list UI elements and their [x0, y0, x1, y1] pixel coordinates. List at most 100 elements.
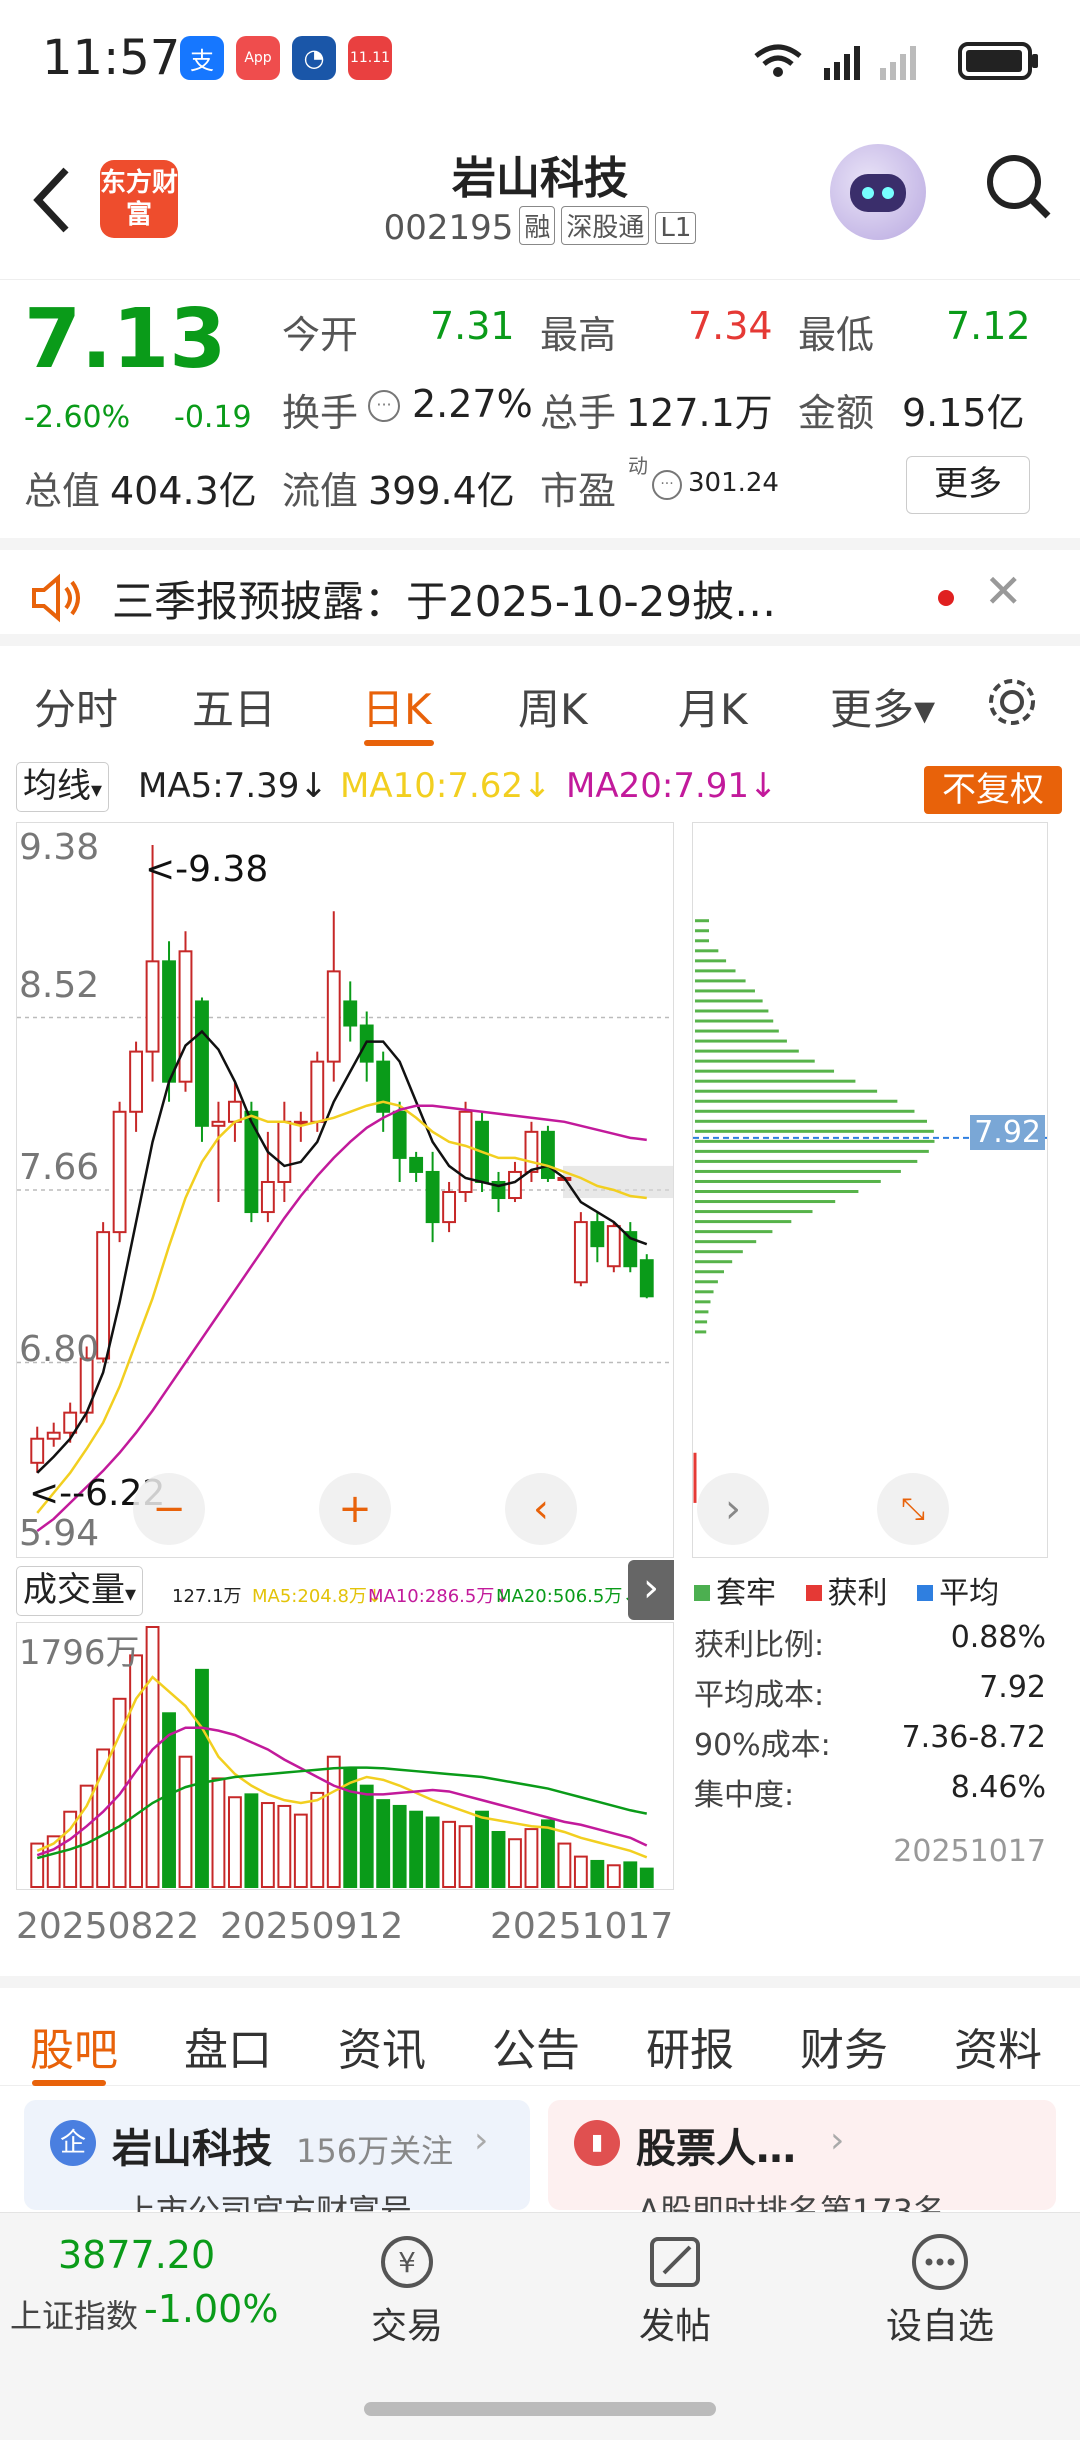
- stock-ranking-card[interactable]: ▮ 股票人… › A股即时排名第173名: [548, 2100, 1056, 2230]
- active-tab-indicator: [364, 740, 434, 746]
- change-amount: -0.19: [174, 400, 252, 435]
- y-label-2: 8.52: [19, 965, 100, 1006]
- ai-assistant-icon[interactable]: [830, 144, 926, 240]
- volume-bar-14: [260, 1802, 275, 1888]
- chip-bar-15: [695, 1179, 881, 1183]
- candle-body-15: [277, 1120, 292, 1183]
- volume-bar-37: [639, 1867, 654, 1888]
- signal2-icon: [880, 46, 916, 80]
- chip-bar-37: [695, 959, 727, 963]
- vol-ma5: MA5:204.8万↓: [252, 1586, 382, 1607]
- candle-body-9: [178, 950, 193, 1083]
- date-label-start: 20250822: [16, 1906, 200, 1947]
- chip-bar-3: [695, 1300, 711, 1304]
- pe-info-icon[interactable]: ···: [652, 470, 682, 500]
- company-forum-card[interactable]: 企 岩山科技 156万关注 › 上市公司官方财富号: [24, 2100, 530, 2230]
- wifi-icon: [754, 44, 802, 66]
- search-icon[interactable]: [982, 148, 1056, 228]
- zoom-in-button[interactable]: +: [319, 1473, 391, 1545]
- tab-research[interactable]: 研报: [646, 2014, 734, 2078]
- candle-body-7: [145, 960, 160, 1053]
- cost90-label: 90%成本:: [694, 1728, 831, 1763]
- unread-dot: [938, 590, 954, 606]
- tab-news[interactable]: 资讯: [338, 2014, 426, 2078]
- candle-body-8: [162, 960, 176, 1083]
- y-label-max: 9.38: [19, 827, 100, 868]
- float-cap-label: 流值: [282, 469, 359, 513]
- scroll-left-button[interactable]: ‹: [505, 1473, 577, 1545]
- ma5-line: [36, 1029, 648, 1474]
- volume-bar-28: [491, 1830, 506, 1888]
- volume-chart[interactable]: 1796万: [16, 1622, 674, 1890]
- chevron-right-icon: ›: [474, 2120, 489, 2161]
- chip-bar-19: [695, 1139, 935, 1143]
- volume-indicator-select[interactable]: 成交量▾: [16, 1566, 144, 1616]
- tab-five-day[interactable]: 五日: [192, 676, 276, 737]
- card-followers: 156万关注: [296, 2132, 454, 2170]
- browser-icon: ◔: [292, 36, 336, 80]
- home-indicator[interactable]: [364, 2402, 716, 2416]
- expand-right-icon[interactable]: ›: [697, 1473, 769, 1545]
- trade-button[interactable]: ¥ 交易: [362, 2231, 452, 2381]
- tab-daily-k[interactable]: 日K: [362, 676, 432, 737]
- candle-body-35: [606, 1225, 621, 1268]
- chip-bar-24: [695, 1089, 878, 1093]
- chip-distribution-chart[interactable]: 7.92 › ⤡: [692, 822, 1048, 1558]
- volume-bar-15: [277, 1804, 292, 1888]
- tab-financials[interactable]: 财务: [800, 2014, 888, 2078]
- wifi-dot: [773, 67, 783, 77]
- volume-bar-32: [557, 1842, 572, 1889]
- settings-gear-icon[interactable]: [984, 674, 1040, 730]
- expand-panel-arrow-icon[interactable]: ›: [628, 1560, 674, 1620]
- edit-icon: [650, 2237, 700, 2287]
- ma10-line: [36, 1100, 647, 1514]
- indicator-select[interactable]: 均线▾: [16, 762, 110, 812]
- collapse-icon[interactable]: ⤡: [877, 1473, 949, 1545]
- signal-icon: [824, 46, 860, 80]
- chevron-right-icon-2: ›: [830, 2120, 845, 2161]
- candle-body-12: [227, 1100, 242, 1123]
- chip-bar-14: [695, 1190, 859, 1194]
- tab-forum[interactable]: 股吧: [30, 2014, 118, 2078]
- zoom-out-button[interactable]: −: [133, 1473, 205, 1545]
- cost90-value: 7.36-8.72: [901, 1720, 1046, 1755]
- volume-bar-3: [79, 1784, 94, 1888]
- kline-chart[interactable]: 9.38 8.52 7.66 6.80 5.94 <-9.38 <--6.22 …: [16, 822, 674, 1558]
- status-time: 11:57: [42, 30, 181, 86]
- chip-bar-20: [695, 1129, 934, 1133]
- tab-monthly-k[interactable]: 月K: [678, 676, 748, 737]
- card-title: 岩山科技: [112, 2126, 272, 2172]
- volume-bar-24: [425, 1816, 440, 1888]
- tab-weekly-k[interactable]: 周K: [518, 676, 588, 737]
- chip-bar-11: [695, 1220, 792, 1224]
- low-value: 7.12: [946, 304, 1031, 348]
- more-dots-icon: [912, 2234, 968, 2290]
- more-quote-button[interactable]: 更多: [906, 456, 1030, 514]
- add-watchlist-button[interactable]: 设自选: [880, 2231, 1000, 2381]
- tab-profile[interactable]: 资料: [954, 2014, 1042, 2078]
- date-label-end: 20251017: [490, 1906, 674, 1947]
- profit-ratio-value: 0.88%: [950, 1620, 1046, 1655]
- y-label-4: 6.80: [19, 1329, 100, 1370]
- tab-announcements[interactable]: 公告: [492, 2014, 580, 2078]
- current-price: 7.13: [24, 292, 227, 387]
- change-percent: -2.60%: [24, 400, 131, 435]
- tab-orderbook[interactable]: 盘口: [184, 2014, 272, 2078]
- stock-code: 002195: [383, 208, 514, 248]
- close-icon[interactable]: ✕: [984, 564, 1023, 618]
- tag-level: L1: [655, 212, 697, 244]
- high-label: 最高: [540, 313, 617, 357]
- adjust-mode-button[interactable]: 不复权: [924, 766, 1062, 814]
- pe-value: 301.24: [688, 468, 779, 498]
- amount-value: 9.15亿: [902, 391, 1025, 435]
- post-button[interactable]: 发帖: [630, 2231, 720, 2381]
- info-icon[interactable]: ···: [368, 390, 400, 422]
- tab-intraday[interactable]: 分时: [34, 676, 118, 737]
- tab-more[interactable]: 更多▾: [830, 676, 935, 737]
- watchlist-label: 设自选: [885, 2306, 994, 2347]
- volume-bar-18: [326, 1755, 341, 1888]
- cost-band: [563, 1165, 673, 1199]
- candle-body-16: [293, 1120, 308, 1125]
- avg-cost-stat-label: 平均成本:: [694, 1678, 825, 1713]
- announcement-bar[interactable]: 三季报预披露：于2025-10-29披… ✕: [0, 538, 1080, 646]
